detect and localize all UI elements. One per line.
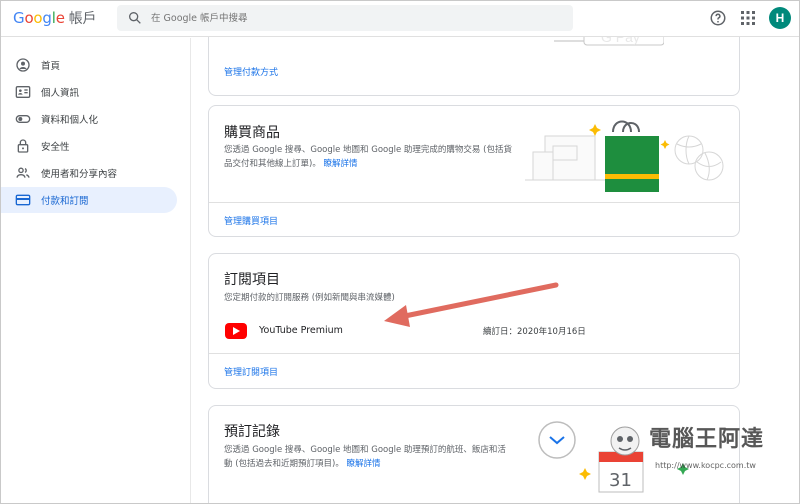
sidebar-item-label: 資料和個人化	[41, 115, 99, 126]
reservations-description: 您透過 Google 搜尋、Google 地圖和 Google 助理預訂的航班、…	[224, 443, 514, 471]
home-icon	[16, 58, 30, 72]
logo-letter: g	[42, 9, 52, 27]
watermark-url: http://www.kocpc.com.tw	[655, 461, 756, 470]
purchases-description: 您透過 Google 搜尋、Google 地圖和 Google 助理完成的購物交…	[224, 143, 514, 171]
people-icon	[16, 167, 30, 178]
annotation-arrow	[384, 282, 559, 327]
manage-payment-methods-link[interactable]: 管理付款方式	[224, 65, 278, 78]
card-divider	[209, 353, 739, 354]
subscription-name[interactable]: YouTube Premium	[259, 325, 343, 336]
reservations-title: 預訂記錄	[224, 424, 280, 440]
youtube-icon	[225, 323, 247, 339]
screenshot-frame: Google帳戶 H 首頁 個人資訊 資料和個人化 安全性	[0, 0, 800, 504]
payment-methods-card: G Pay 管理付款方式	[208, 37, 740, 96]
sidebar-item-label: 安全性	[41, 142, 70, 153]
toggle-icon	[15, 115, 31, 123]
purchases-learn-more-link[interactable]: 瞭解詳情	[324, 159, 358, 169]
manage-subscriptions-link[interactable]: 管理訂閱項目	[224, 365, 278, 378]
search-icon	[129, 11, 141, 24]
apps-grid-icon[interactable]	[741, 11, 755, 25]
google-pay-watermark-text: G Pay	[601, 37, 640, 45]
subscriptions-title: 訂閱項目	[224, 272, 280, 288]
logo-letter: e	[55, 9, 65, 27]
sidebar-item-security[interactable]: 安全性	[1, 133, 177, 159]
sidebar-nav: 首頁 個人資訊 資料和個人化 安全性 使用者和分享內容 付款和訂閱	[1, 38, 191, 503]
search-box[interactable]	[117, 5, 573, 31]
purchases-card: 購買商品 您透過 Google 搜尋、Google 地圖和 Google 助理完…	[208, 105, 740, 237]
sidebar-item-label: 首頁	[41, 61, 61, 72]
credit-card-icon	[15, 194, 31, 206]
logo-letter: G	[13, 9, 25, 27]
google-account-logo[interactable]: Google 帳戶	[13, 8, 97, 28]
help-icon[interactable]	[709, 9, 727, 27]
sidebar-item-label: 使用者和分享內容	[41, 169, 118, 180]
account-avatar[interactable]: H	[769, 7, 791, 29]
shopping-bag-illustration	[525, 120, 724, 192]
sidebar-item-home[interactable]: 首頁	[1, 52, 177, 78]
search-input[interactable]	[151, 8, 551, 28]
purchases-description-text: 您透過 Google 搜尋、Google 地圖和 Google 助理完成的購物交…	[224, 145, 512, 169]
reservations-learn-more-link[interactable]: 瞭解詳情	[347, 459, 381, 469]
sidebar-item-personal-info[interactable]: 個人資訊	[1, 79, 177, 105]
watermark-name: 電腦王阿達	[649, 427, 765, 452]
sidebar-item-payments-subscriptions[interactable]: 付款和訂閱	[1, 187, 177, 213]
card-divider	[209, 202, 739, 203]
sidebar-item-people-sharing[interactable]: 使用者和分享內容	[1, 160, 177, 186]
top-bar: Google帳戶 H	[1, 1, 799, 37]
sidebar-item-data-personalization[interactable]: 資料和個人化	[1, 106, 177, 132]
id-card-icon	[15, 86, 31, 98]
logo-suffix: 帳戶	[68, 11, 97, 27]
purchases-title: 購買商品	[224, 125, 280, 141]
sidebar-item-label: 付款和訂閱	[41, 196, 89, 207]
lock-icon	[17, 139, 29, 153]
manage-purchases-link[interactable]: 管理購買項目	[224, 214, 278, 227]
sidebar-item-label: 個人資訊	[41, 88, 80, 99]
